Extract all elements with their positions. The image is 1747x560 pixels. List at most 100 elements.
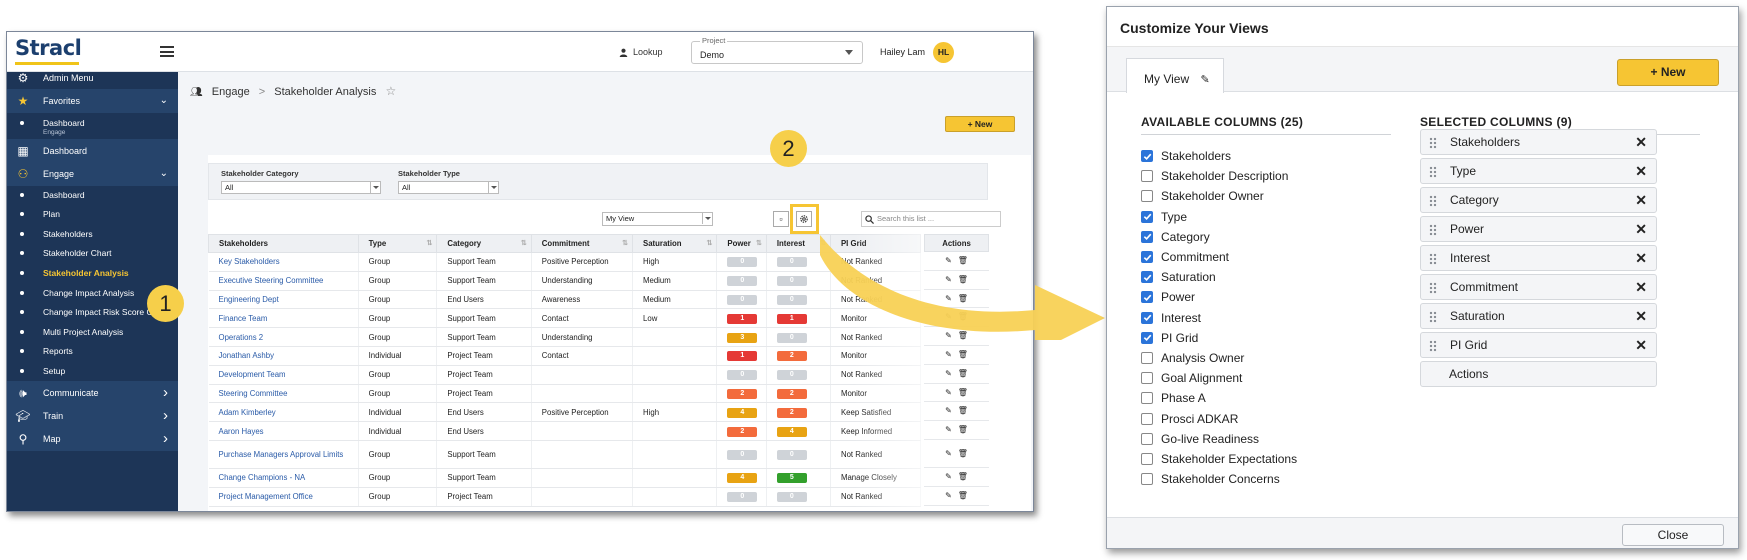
sidebar-item-engage[interactable]: ⚇ Engage ⌄ — [7, 162, 178, 186]
selected-column-1[interactable]: Type ✕ — [1420, 158, 1657, 184]
sort-icon[interactable]: ⇅ — [756, 239, 762, 247]
available-column-1[interactable]: Stakeholder Description — [1141, 166, 1288, 186]
sidebar-item-engage-7[interactable]: Multi Project Analysis — [7, 322, 178, 343]
checkbox[interactable] — [1141, 251, 1153, 263]
drag-handle-icon[interactable] — [1429, 166, 1437, 178]
checkbox[interactable] — [1141, 190, 1153, 203]
table-header-5[interactable]: Power ⇅ — [716, 234, 767, 253]
selected-column-4[interactable]: Interest ✕ — [1420, 245, 1657, 271]
avatar[interactable]: HL — [933, 42, 954, 63]
close-icon[interactable]: ✕ — [1635, 192, 1647, 209]
available-column-12[interactable]: Phase A — [1141, 388, 1206, 408]
edit-icon[interactable]: ✎ — [945, 472, 952, 481]
selected-column-3[interactable]: Power ✕ — [1420, 216, 1657, 242]
checkbox[interactable] — [1141, 210, 1153, 223]
stakeholder-link[interactable]: Jonathan Ashby — [208, 346, 359, 366]
checkbox[interactable] — [1141, 372, 1153, 385]
trash-icon[interactable]: 🗑︎ — [958, 472, 968, 481]
sort-icon[interactable]: ⇅ — [707, 239, 713, 247]
checkbox[interactable] — [1141, 432, 1153, 445]
stakeholder-link[interactable]: Aaron Hayes — [208, 421, 359, 441]
checkbox[interactable] — [1141, 170, 1153, 183]
sidebar-item-fav-dashboard[interactable]: Dashboard Engage — [7, 113, 178, 136]
stakeholder-link[interactable]: Purchase Managers Approval Limits — [208, 440, 359, 469]
close-icon[interactable]: ✕ — [1635, 134, 1647, 151]
sidebar-item-engage-0[interactable]: Dashboard — [7, 185, 178, 206]
checkbox[interactable] — [1141, 331, 1153, 344]
available-column-8[interactable]: Interest — [1141, 308, 1201, 328]
project-select[interactable]: Project Demo — [691, 36, 863, 64]
checkbox[interactable] — [1141, 150, 1153, 162]
drag-handle-icon[interactable] — [1429, 311, 1437, 323]
table-header-0[interactable]: Stakeholders — [208, 234, 359, 253]
drag-handle-icon[interactable] — [1429, 137, 1437, 149]
trash-icon[interactable]: 🗑︎ — [958, 491, 968, 500]
selected-column-0[interactable]: Stakeholders ✕ — [1420, 129, 1657, 155]
filter-category-select[interactable]: All — [221, 181, 381, 194]
available-column-5[interactable]: Commitment — [1141, 247, 1229, 267]
stakeholder-link[interactable]: Adam Kimberley — [208, 402, 359, 423]
edit-icon[interactable]: ✎ — [945, 350, 952, 359]
available-column-6[interactable]: Saturation — [1141, 267, 1216, 287]
available-column-2[interactable]: Stakeholder Owner — [1141, 186, 1264, 206]
available-column-13[interactable]: Prosci ADKAR — [1141, 409, 1238, 429]
export-icon[interactable]: ▫ — [773, 211, 789, 227]
close-icon[interactable]: ✕ — [1635, 337, 1647, 354]
sidebar-item-map[interactable]: ⚲ Map › — [7, 427, 178, 451]
available-column-7[interactable]: Power — [1141, 287, 1195, 307]
stakeholder-link[interactable]: Engineering Dept — [208, 290, 359, 310]
tab-my-view[interactable]: My View ✎ — [1126, 58, 1224, 93]
available-column-0[interactable]: Stakeholders — [1141, 146, 1231, 166]
view-select[interactable]: My View — [602, 212, 713, 226]
table-header-4[interactable]: Saturation ⇅ — [632, 234, 718, 253]
breadcrumb-root[interactable]: Engage — [212, 86, 250, 98]
close-icon[interactable]: ✕ — [1635, 163, 1647, 180]
lookup-button[interactable]: Lookup — [619, 47, 663, 57]
available-column-11[interactable]: Goal Alignment — [1141, 368, 1242, 388]
trash-icon[interactable]: 🗑︎ — [958, 449, 968, 458]
sidebar-item-dashboard[interactable]: ▦ Dashboard — [7, 139, 178, 163]
selected-column-6[interactable]: Saturation ✕ — [1420, 303, 1657, 329]
sidebar-item-engage-8[interactable]: Reports — [7, 341, 178, 362]
close-icon[interactable]: ✕ — [1635, 279, 1647, 296]
available-column-3[interactable]: Type — [1141, 207, 1187, 227]
close-icon[interactable]: ✕ — [1635, 250, 1647, 267]
stakeholder-link[interactable]: Finance Team — [208, 308, 359, 329]
checkbox[interactable] — [1141, 230, 1153, 243]
stakeholder-link[interactable]: Project Management Office — [208, 487, 359, 507]
edit-icon[interactable]: ✎ — [945, 491, 952, 500]
checkbox[interactable] — [1141, 453, 1153, 465]
new-view-button[interactable]: + New — [1617, 59, 1719, 86]
trash-icon[interactable]: 🗑︎ — [958, 350, 968, 359]
new-button[interactable]: + New — [945, 116, 1015, 132]
sidebar-item-engage-4[interactable]: Stakeholder Analysis — [7, 263, 178, 284]
sidebar-item-engage-2[interactable]: Stakeholders — [7, 224, 178, 245]
sort-icon[interactable]: ⇅ — [426, 239, 432, 247]
sidebar-item-communicate[interactable]: 🕪︎ Communicate › — [7, 381, 178, 405]
stakeholder-link[interactable]: Executive Steering Committee — [208, 271, 359, 291]
hamburger-menu-icon[interactable] — [160, 46, 174, 57]
trash-icon[interactable]: 🗑︎ — [958, 406, 968, 415]
sort-icon[interactable]: ⇅ — [521, 239, 527, 247]
close-icon[interactable]: ✕ — [1635, 221, 1647, 238]
stakeholder-link[interactable]: Development Team — [208, 365, 359, 385]
table-header-2[interactable]: Category ⇅ — [436, 234, 532, 253]
stakeholder-link[interactable]: Key Stakeholders — [208, 252, 359, 272]
pencil-icon[interactable]: ✎ — [1200, 74, 1209, 86]
drag-handle-icon[interactable] — [1429, 195, 1437, 207]
sidebar-item-engage-9[interactable]: Setup — [7, 361, 178, 382]
trash-icon[interactable]: 🗑︎ — [958, 425, 968, 434]
sidebar-item-engage-3[interactable]: Stakeholder Chart — [7, 243, 178, 264]
edit-icon[interactable]: ✎ — [945, 369, 952, 378]
selected-column-7[interactable]: PI Grid ✕ — [1420, 332, 1657, 358]
close-icon[interactable]: ✕ — [1635, 308, 1647, 325]
edit-icon[interactable]: ✎ — [945, 425, 952, 434]
close-button[interactable]: Close — [1622, 524, 1724, 546]
available-column-16[interactable]: Stakeholder Concerns — [1141, 469, 1280, 489]
checkbox[interactable] — [1141, 352, 1153, 364]
sidebar-item-admin-menu[interactable]: ⚙ Admin Menu — [7, 66, 178, 90]
edit-icon[interactable]: ✎ — [945, 388, 952, 397]
checkbox[interactable] — [1141, 412, 1153, 425]
edit-icon[interactable]: ✎ — [945, 406, 952, 415]
sort-icon[interactable]: ⇅ — [622, 239, 628, 247]
